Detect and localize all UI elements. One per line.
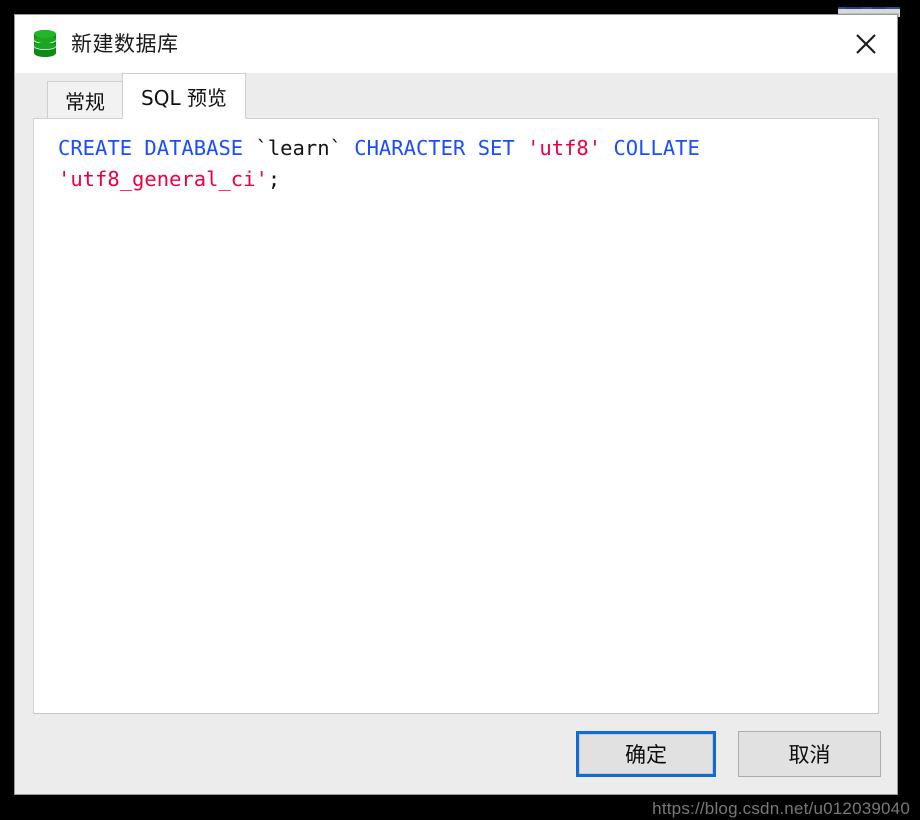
dialog-titlebar: 新建数据库 <box>15 15 897 73</box>
sql-token-keyword: SET <box>477 136 515 160</box>
sql-token-plain <box>601 136 613 160</box>
new-database-dialog: 新建数据库 常规 SQL 预览 CREATE DATABASE `learn` … <box>14 14 898 795</box>
sql-token-plain <box>515 136 527 160</box>
dialog-title: 新建数据库 <box>71 31 179 56</box>
tab-general[interactable]: 常规 <box>47 81 123 119</box>
cancel-button-label: 取消 <box>788 743 831 767</box>
tab-general-label: 常规 <box>65 90 105 114</box>
sql-preview-panel[interactable]: CREATE DATABASE `learn` CHARACTER SET 'u… <box>33 118 879 714</box>
screen: 新建数据库 常规 SQL 预览 CREATE DATABASE `learn` … <box>0 0 920 820</box>
sql-preview-panel-wrapper: CREATE DATABASE `learn` CHARACTER SET 'u… <box>15 118 897 714</box>
sql-token-plain <box>700 136 712 160</box>
ok-button[interactable]: 确定 <box>576 731 716 777</box>
sql-token-identifier: `learn` <box>255 136 342 160</box>
watermark: https://blog.csdn.net/u012039040 <box>652 799 910 818</box>
sql-token-punctuation: ; <box>267 167 281 191</box>
sql-token-keyword: CHARACTER <box>354 136 466 160</box>
tab-strip: 常规 SQL 预览 <box>15 73 897 119</box>
sql-token-keyword: DATABASE <box>144 136 244 160</box>
sql-token-plain <box>243 136 255 160</box>
cancel-button[interactable]: 取消 <box>738 731 881 777</box>
sql-token-plain <box>132 136 144 160</box>
sql-token-keyword: COLLATE <box>613 136 700 160</box>
sql-code-text[interactable]: CREATE DATABASE `learn` CHARACTER SET 'u… <box>34 119 878 195</box>
ok-button-label: 确定 <box>625 743 667 767</box>
sql-token-keyword: CREATE <box>58 136 133 160</box>
dialog-footer: 确定 取消 <box>15 714 897 794</box>
sql-token-plain <box>465 136 477 160</box>
sql-token-string: 'utf8_general_ci' <box>58 167 268 191</box>
close-icon[interactable] <box>835 15 897 73</box>
sql-token-plain <box>342 136 354 160</box>
sql-token-string: 'utf8' <box>527 136 602 160</box>
database-icon <box>31 29 59 59</box>
tab-sql-preview-label: SQL 预览 <box>141 85 227 110</box>
tab-sql-preview[interactable]: SQL 预览 <box>122 73 246 119</box>
